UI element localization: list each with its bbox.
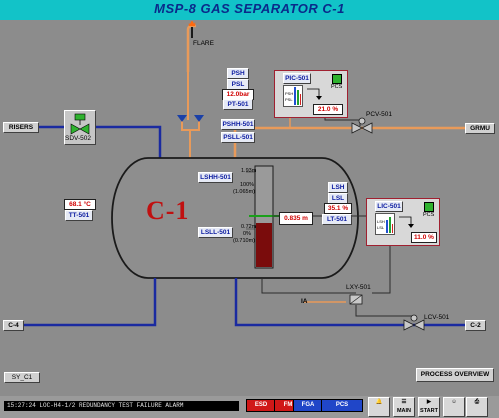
flare-label: FLARE	[193, 40, 214, 47]
user-icon[interactable]: ☺	[443, 397, 465, 417]
lic-tag: LIC-501	[375, 201, 403, 212]
flare-icon	[188, 21, 196, 26]
printer-icon[interactable]: ⎙	[466, 397, 488, 417]
lcv-valve-r	[413, 319, 425, 331]
temperature-value: 68.1 °C	[64, 199, 96, 210]
level-fill	[256, 223, 272, 267]
outlet-c2[interactable]: C-2	[465, 320, 486, 331]
psh-tag[interactable]: PSH	[227, 68, 249, 79]
lxy-label: LXY-501	[346, 284, 371, 291]
psv-right	[194, 115, 204, 122]
lsh-tag[interactable]: LSH	[328, 182, 348, 193]
vessel-label: C-1	[146, 196, 190, 225]
lic-faceplate[interactable]: LIC-501 PCS LSH LSL 11.0 %	[366, 198, 440, 246]
pic-bar-graph: PSH PSL	[283, 85, 303, 107]
tt-tag[interactable]: TT-501	[65, 210, 93, 221]
level-0-len: (0.710m)	[233, 238, 256, 244]
main-button[interactable]: ☰ MAIN	[393, 397, 415, 417]
lic-pcs-label: PCS	[423, 212, 435, 218]
alarm-line[interactable]: 15:27:24 LOC-H4-1/2 REDUNDANCY TEST FAIL…	[4, 401, 239, 411]
lic-output: 11.0 %	[411, 232, 437, 243]
lcv-valve-l	[403, 319, 415, 331]
lic-bar-graph: LSH LSL	[375, 213, 395, 235]
ia-label: IA	[301, 298, 308, 305]
psv-left	[177, 115, 187, 122]
lcv-label: LCV-501	[424, 314, 450, 321]
pshh-tag[interactable]: PSHH-501	[221, 119, 255, 130]
outlet-c4[interactable]: C-4	[3, 320, 24, 331]
lic-level-percent: 35.1 %	[324, 203, 352, 214]
level-0-pct: 0%	[243, 231, 251, 237]
esd-button[interactable]: ESD	[246, 399, 276, 412]
lshh-height: 1.93m	[241, 168, 257, 174]
bell-icon[interactable]: 🔔	[368, 397, 390, 417]
lsll-tag[interactable]: LSLL-501	[198, 227, 233, 238]
start-button[interactable]: ▶ START	[418, 397, 440, 417]
level-100-pct: 100%	[240, 182, 255, 188]
sdv-label: SDV-502	[65, 135, 92, 142]
c4-line	[22, 278, 157, 327]
risers-label[interactable]: RISERS	[3, 122, 39, 133]
level-value: 0.835 m	[279, 212, 313, 225]
psll-tag[interactable]: PSLL-501	[221, 132, 255, 143]
pic-output: 21.0 %	[313, 104, 343, 115]
pic-pcs-indicator	[332, 74, 342, 84]
pcs-button[interactable]: PCS	[321, 399, 363, 412]
lshh-tag[interactable]: LSHH-501	[198, 172, 233, 183]
fga-button[interactable]: FGA	[293, 399, 323, 412]
level-100-len: (1.065m)	[233, 189, 256, 195]
lt-tag[interactable]: LT-501	[322, 214, 352, 225]
pic-tag: PIC-501	[283, 73, 311, 84]
lsll-height: 0.72m	[241, 224, 257, 230]
pic-faceplate[interactable]: PIC-501 PCS PSH PSL 21.0 %	[274, 70, 348, 118]
pcv-label: PCV-501	[366, 111, 393, 118]
risers-line	[37, 125, 162, 158]
gas-outlet-line	[233, 126, 465, 158]
pic-pcs-label: PCS	[331, 84, 343, 90]
pcv-valve-r	[361, 122, 373, 134]
lic-pcs-indicator	[424, 202, 434, 212]
pt-tag[interactable]: PT-501	[223, 99, 253, 110]
sy-button[interactable]: SY_C1	[4, 372, 40, 383]
grmu-label[interactable]: GRMU	[465, 123, 495, 134]
process-overview-button[interactable]: PROCESS OVERVIEW	[416, 368, 494, 382]
